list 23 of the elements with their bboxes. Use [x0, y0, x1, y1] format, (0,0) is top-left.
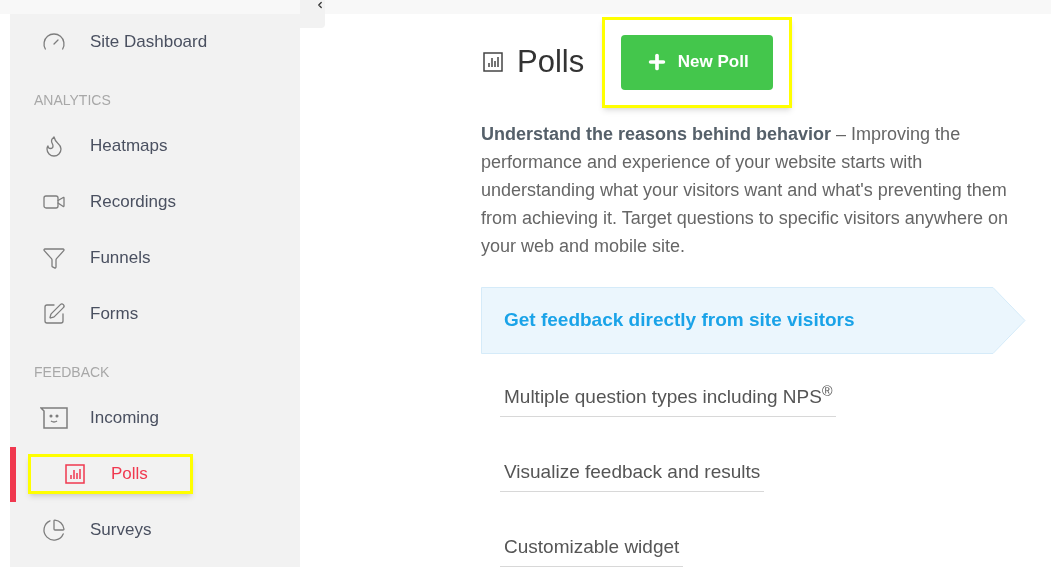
- feature-item: Customizable widget: [500, 533, 684, 567]
- sidebar-item[interactable]: Recordings: [10, 182, 186, 222]
- active-indicator: [10, 447, 16, 502]
- sidebar-item[interactable]: Site Dashboard: [10, 22, 218, 62]
- sidebar-item[interactable]: Incoming: [10, 398, 169, 438]
- feature-item: Multiple question types including NPS$^{®}$: [500, 383, 837, 417]
- pencil-square-icon: [42, 302, 66, 326]
- page-title: Polls: [517, 42, 585, 81]
- sidebar-item[interactable]: Heatmaps: [10, 126, 178, 166]
- sidebar-item[interactable]: Funnels: [10, 238, 161, 278]
- feature-item: Visualize feedback and results: [500, 458, 765, 492]
- pie-chart-icon: [42, 518, 66, 542]
- section-heading: ANALYTICS: [33, 90, 112, 110]
- collapse-tab[interactable]: [300, 0, 325, 28]
- chevron-left-icon: [315, 0, 325, 10]
- sidebar-item[interactable]: Surveys: [10, 510, 162, 550]
- description: Understand the reasons behind behavior – Improving the performance and experience of your website starts with understanding what your visitors want and what's preventing them from achieving it. Target questions to specific visitors anywhere on your web and mobile site.: [481, 123, 1009, 258]
- sidebar-item[interactable]: Forms: [10, 294, 149, 334]
- funnel-icon: [42, 246, 66, 270]
- section-heading: FEEDBACK: [33, 362, 111, 382]
- bar-chart-icon: [63, 462, 87, 486]
- smiley-message-icon: [40, 407, 68, 429]
- bar-chart-icon: [481, 50, 505, 74]
